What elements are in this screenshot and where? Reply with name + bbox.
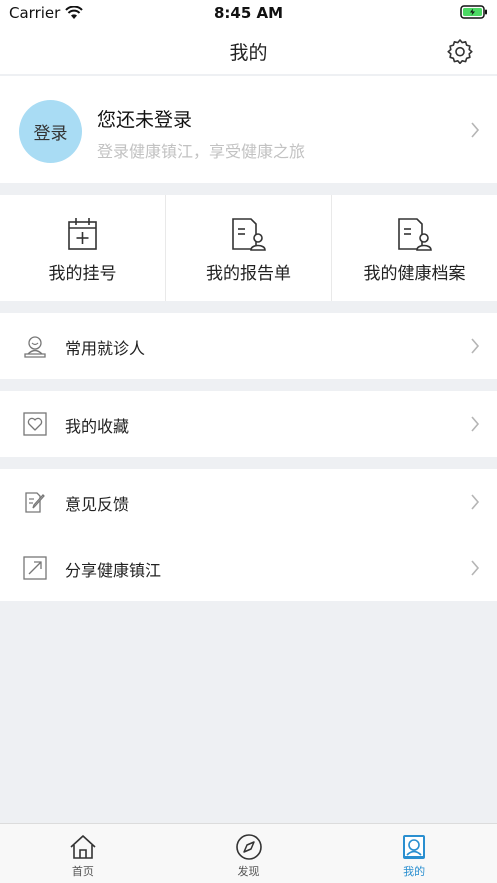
avatar[interactable]: 登录: [19, 100, 82, 163]
quick-action-appointments[interactable]: 我的挂号: [0, 195, 166, 301]
quick-action-label: 我的报告单: [206, 264, 291, 284]
quick-action-reports[interactable]: 我的报告单: [166, 195, 332, 301]
menu-item-label: 分享健康镇江: [65, 561, 162, 580]
profile-name: 您还未登录: [97, 109, 193, 131]
menu-group-patients: 常用就诊人: [0, 313, 497, 379]
tab-discover-label: 发现: [237, 865, 260, 878]
share-icon: [23, 556, 47, 580]
profile-subtitle: 登录健康镇江，享受健康之旅: [97, 142, 306, 161]
chevron-right-icon: [471, 338, 480, 354]
report-icon: [231, 218, 266, 251]
compass-icon: [235, 834, 262, 860]
user-profile-icon: [403, 835, 426, 859]
clock: 8:45 AM: [213, 4, 284, 22]
tab-home[interactable]: 首页: [0, 824, 166, 883]
avatar-label: 登录: [33, 124, 68, 144]
edit-icon: [25, 492, 45, 513]
menu-item-label: 意见反馈: [65, 495, 130, 514]
health-record-icon: [397, 218, 432, 251]
menu-item-feedback[interactable]: 意见反馈: [0, 469, 497, 535]
tab-discover[interactable]: 发现: [166, 824, 332, 883]
patient-icon: [24, 336, 46, 358]
quick-action-health-records[interactable]: 我的健康档案: [332, 195, 497, 301]
tab-mine-label: 我的: [403, 865, 426, 878]
gear-icon[interactable]: [447, 38, 473, 64]
calendar-add-icon: [67, 218, 97, 250]
battery-icon: [460, 5, 487, 19]
page-title: 我的: [229, 42, 268, 64]
menu-item-share[interactable]: 分享健康镇江: [0, 535, 497, 601]
login-card[interactable]: 登录 您还未登录 登录健康镇江，享受健康之旅: [0, 76, 497, 183]
menu-item-label: 我的收藏: [65, 417, 130, 436]
tab-mine[interactable]: 我的: [331, 824, 497, 883]
menu-group-favorites: 我的收藏: [0, 391, 497, 457]
status-bar: Carrier 8:45 AM: [0, 0, 497, 26]
chevron-right-icon: [471, 494, 480, 510]
menu-item-label: 常用就诊人: [65, 339, 146, 358]
home-icon: [70, 835, 96, 859]
menu-item-patients[interactable]: 常用就诊人: [0, 313, 497, 379]
quick-action-label: 我的健康档案: [363, 264, 466, 284]
tab-bar: 首页 发现 我的: [0, 823, 497, 883]
chevron-right-icon: [471, 416, 480, 432]
menu-group-misc: 意见反馈 分享健康镇江: [0, 469, 497, 601]
quick-action-label: 我的挂号: [48, 264, 117, 284]
chevron-right-icon: [471, 122, 480, 138]
chevron-right-icon: [471, 560, 480, 576]
heart-icon: [23, 412, 47, 436]
tab-home-label: 首页: [71, 865, 94, 878]
nav-bar: 我的: [0, 26, 497, 74]
menu-item-favorites[interactable]: 我的收藏: [0, 391, 497, 457]
quick-actions: 我的挂号 我的报告单 我的健康档案: [0, 195, 497, 301]
